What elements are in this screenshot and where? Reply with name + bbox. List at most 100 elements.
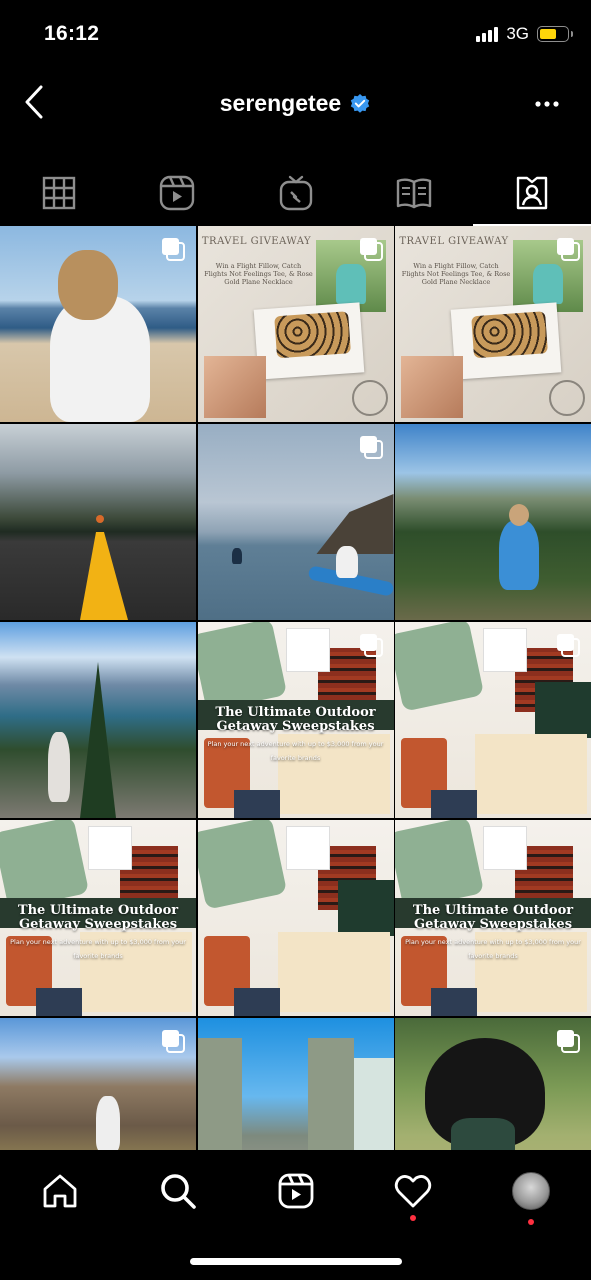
carousel-icon: [557, 634, 580, 657]
giveaway-subtitle: Win a Flight Fillow, Catch Flights Not F…: [204, 262, 313, 286]
carousel-icon: [557, 238, 580, 261]
giveaway-title: TRAVEL GIVEAWAY: [201, 236, 312, 247]
post-stone-gate[interactable]: [197, 1018, 394, 1150]
username: serengetee: [219, 90, 342, 116]
post-mountain-lake[interactable]: [0, 622, 196, 818]
person-hiker: [96, 1096, 120, 1150]
tagged-icon: [516, 176, 548, 210]
tab-reels[interactable]: [118, 160, 236, 226]
jeans: [233, 790, 280, 818]
nav-profile[interactable]: [511, 1169, 551, 1225]
jeans: [233, 988, 280, 1016]
post-rocky-peaks[interactable]: [0, 1018, 196, 1150]
notification-dot: [528, 1219, 534, 1225]
post-road[interactable]: [0, 424, 196, 620]
road-illustration: [80, 515, 128, 620]
tote-bag: [483, 628, 527, 672]
post-outdoor-sweepstakes[interactable]: [197, 820, 394, 1016]
reels-icon: [278, 1173, 313, 1209]
more-icon: [535, 101, 559, 107]
tab-grid[interactable]: [0, 160, 118, 226]
sweepstakes-title: The Ultimate Outdoor Getaway Sweepstakes…: [10, 903, 186, 961]
tagged-posts-grid: TRAVEL GIVEAWAY Win a Flight Fillow, Cat…: [0, 226, 591, 1150]
tee-planet-b: [337, 880, 394, 936]
jacket: [0, 820, 90, 910]
igtv-icon: [279, 175, 312, 211]
nav-home[interactable]: [40, 1169, 80, 1213]
sweepstakes-title: The Ultimate Outdoor Getaway Sweepstakes…: [405, 903, 581, 961]
network-type: 3G: [506, 24, 529, 43]
paddler: [335, 546, 358, 578]
photo-pillow: [253, 302, 364, 380]
tote-bag: [88, 826, 132, 870]
status-time: 16:12: [44, 22, 100, 45]
profile-tabs: [0, 160, 591, 226]
carousel-icon: [359, 436, 383, 459]
post-outdoor-sweepstakes[interactable]: The Ultimate Outdoor Getaway Sweepstakes…: [197, 622, 394, 818]
post-outdoor-sweepstakes[interactable]: The Ultimate Outdoor Getaway Sweepstakes…: [0, 820, 196, 1016]
pine-tree: [80, 662, 116, 818]
map: [277, 932, 390, 1012]
more-options-button[interactable]: [531, 94, 563, 114]
bottom-tab-bar: [0, 1150, 591, 1232]
cliff: [316, 494, 394, 554]
carousel-icon: [359, 634, 383, 657]
signal-icon: [476, 26, 499, 42]
gate-pillar-right: [307, 1038, 354, 1150]
photo-necklace: [401, 356, 463, 418]
jacket: [395, 622, 485, 712]
profile-title: serengetee: [0, 90, 591, 117]
nav-activity[interactable]: [393, 1169, 433, 1221]
person-green-top: [451, 1118, 515, 1150]
tote-bag: [285, 826, 330, 870]
post-paddleboard[interactable]: [197, 424, 394, 620]
paddler-distant: [231, 548, 242, 564]
sweepstakes-title: The Ultimate Outdoor Getaway Sweepstakes…: [207, 705, 384, 763]
photo-necklace: [203, 356, 266, 418]
jeans: [36, 988, 82, 1016]
jacket: [197, 622, 287, 712]
home-icon: [43, 1174, 77, 1208]
jeans: [431, 790, 477, 818]
carousel-icon: [162, 238, 185, 261]
heart-icon: [395, 1175, 432, 1208]
post-outdoor-sweepstakes[interactable]: The Ultimate Outdoor Getaway Sweepstakes…: [395, 820, 591, 1016]
nav-reels[interactable]: [276, 1169, 316, 1213]
person-hiker: [48, 732, 70, 802]
jeans: [431, 988, 477, 1016]
tee-planet-b: [535, 682, 591, 738]
jacket: [395, 820, 485, 910]
gate-pillar-left: [197, 1038, 242, 1150]
post-travel-giveaway[interactable]: TRAVEL GIVEAWAY Win a Flight Fillow, Cat…: [395, 226, 591, 422]
hair: [58, 250, 118, 320]
search-icon: [160, 1174, 196, 1209]
post-forest-view[interactable]: [395, 424, 591, 620]
photo-pillow: [450, 302, 562, 380]
status-indicators: 3G: [476, 24, 573, 44]
jacket: [197, 820, 287, 910]
tote-bag: [285, 628, 330, 672]
post-outdoor-sweepstakes[interactable]: [395, 622, 591, 818]
giveaway-subtitle: Win a Flight Fillow, Catch Flights Not F…: [401, 262, 511, 286]
stamp-icon: [549, 380, 585, 416]
head: [509, 504, 529, 526]
guides-icon: [396, 178, 431, 209]
home-indicator: [190, 1258, 402, 1265]
tab-tagged[interactable]: [472, 160, 591, 226]
carousel-icon: [557, 1030, 580, 1053]
person-blue-tee: [499, 520, 539, 590]
profile-header: serengetee: [0, 72, 591, 136]
tab-igtv[interactable]: [236, 160, 354, 226]
grid-icon: [42, 176, 76, 210]
post-beach-tee[interactable]: [0, 226, 196, 422]
post-meadow-hair[interactable]: [395, 1018, 591, 1150]
post-travel-giveaway[interactable]: TRAVEL GIVEAWAY Win a Flight Fillow, Cat…: [197, 226, 394, 422]
tab-guides[interactable]: [355, 160, 473, 226]
nav-search[interactable]: [158, 1169, 198, 1213]
map: [475, 734, 587, 814]
status-bar: 16:12 3G: [0, 0, 591, 72]
verified-badge-icon: [351, 93, 370, 113]
carousel-icon: [359, 238, 383, 261]
building: [353, 1058, 394, 1150]
tote-bag: [483, 826, 527, 870]
